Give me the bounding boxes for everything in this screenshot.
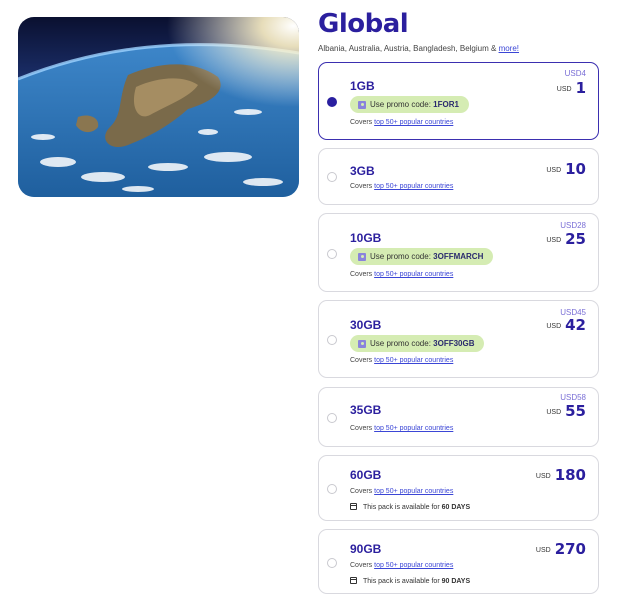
availability-days: 90 DAYS — [441, 578, 471, 585]
coverage-link[interactable]: top 50+ popular countries — [374, 357, 453, 364]
price-currency: USD — [546, 409, 562, 416]
price-currency: USD — [546, 323, 562, 330]
original-price: USD58 — [560, 393, 586, 402]
price-amount: 10 — [565, 160, 586, 178]
availability-days: 60 DAYS — [441, 504, 471, 511]
promo-prefix: Use promo code: — [370, 339, 434, 348]
earth-from-space-image — [18, 17, 299, 197]
plan-data-amount: 60GB — [350, 468, 382, 482]
radio-icon[interactable] — [327, 484, 337, 494]
calendar-icon — [350, 503, 357, 510]
coverage-text: Covers top 50+ popular countries — [350, 119, 453, 126]
radio-icon[interactable] — [327, 249, 337, 259]
plan-data-amount: 10GB — [350, 231, 382, 245]
radio-icon[interactable] — [327, 413, 337, 423]
original-price: USD28 — [560, 221, 586, 230]
plan-card-3gb[interactable]: 3GB USD 10 Covers top 50+ popular countri… — [318, 148, 599, 205]
radio-icon[interactable] — [327, 335, 337, 345]
radio-icon[interactable] — [327, 172, 337, 182]
plan-price: USD 55 — [546, 402, 586, 421]
availability-text: This pack is available for 60 DAYS — [350, 503, 470, 511]
plan-data-amount: 30GB — [350, 318, 382, 332]
price-currency: USD — [546, 167, 562, 174]
promo-prefix: Use promo code: — [370, 100, 434, 109]
price-currency: USD — [535, 547, 551, 554]
coverage-link[interactable]: top 50+ popular countries — [374, 119, 453, 126]
tag-icon — [358, 252, 366, 261]
availability-prefix: This pack is available for — [363, 578, 442, 585]
plan-header: Global Albania, Australia, Austria, Bang… — [318, 8, 600, 55]
coverage-link[interactable]: top 50+ popular countries — [374, 488, 453, 495]
covers-prefix: Covers — [350, 119, 375, 126]
promo-code-badge: Use promo code: 3OFFMARCH — [350, 248, 494, 265]
coverage-text: Covers top 50+ popular countries — [350, 562, 453, 569]
covers-prefix: Covers — [350, 357, 375, 364]
price-amount: 42 — [565, 316, 586, 334]
plan-card-90gb[interactable]: 90GB USD 270 Covers top 50+ popular count… — [318, 529, 599, 594]
coverage-link[interactable]: top 50+ popular countries — [374, 183, 453, 190]
promo-code: 3OFF30GB — [433, 339, 475, 348]
covers-prefix: Covers — [350, 562, 375, 569]
promo-code: 1FOR1 — [433, 100, 459, 109]
plan-card-10gb[interactable]: 10GB USD28 USD 25 Use promo code: 3OFFMAR… — [318, 213, 599, 292]
promo-prefix: Use promo code: — [370, 252, 434, 261]
radio-icon[interactable] — [327, 97, 337, 107]
tag-icon — [358, 100, 366, 109]
price-amount: 1 — [575, 79, 586, 97]
covers-prefix: Covers — [350, 271, 375, 278]
page-title: Global — [318, 9, 409, 39]
coverage-text: Covers top 50+ popular countries — [350, 425, 453, 432]
plan-data-amount: 35GB — [350, 403, 382, 417]
availability-prefix: This pack is available for — [363, 504, 442, 511]
plan-data-amount: 90GB — [350, 542, 382, 556]
more-countries-link[interactable]: more! — [499, 44, 519, 53]
availability-text: This pack is available for 90 DAYS — [350, 577, 470, 585]
plan-card-60gb[interactable]: 60GB USD 180 Covers top 50+ popular count… — [318, 455, 599, 521]
plan-price: USD 25 — [546, 230, 586, 249]
plan-data-amount: 3GB — [350, 164, 375, 178]
plan-card-30gb[interactable]: 30GB USD45 USD 42 Use promo code: 3OFF30G… — [318, 300, 599, 378]
hero-image — [18, 17, 299, 197]
price-amount: 270 — [554, 540, 586, 558]
promo-code: 3OFFMARCH — [433, 252, 484, 261]
plan-card-1gb[interactable]: 1GB USD4 USD 1 Use promo code: 1FOR1 Cove… — [318, 62, 599, 140]
covers-prefix: Covers — [350, 488, 375, 495]
coverage-text: Covers top 50+ popular countries — [350, 183, 453, 190]
plan-price: USD 1 — [557, 79, 586, 98]
plan-data-amount: 1GB — [350, 79, 375, 93]
radio-icon[interactable] — [327, 558, 337, 568]
coverage-text: Covers top 50+ popular countries — [350, 488, 453, 495]
plan-card-35gb[interactable]: 35GB USD58 USD 55 Covers top 50+ popular … — [318, 387, 599, 447]
original-price: USD4 — [564, 69, 586, 78]
price-amount: 25 — [565, 230, 586, 248]
price-currency: USD — [556, 86, 572, 93]
plan-price: USD 270 — [536, 540, 586, 559]
plan-price: USD 42 — [546, 316, 586, 335]
coverage-text: Covers top 50+ popular countries — [350, 271, 453, 278]
price-currency: USD — [535, 473, 551, 480]
price-currency: USD — [546, 237, 562, 244]
tag-icon — [358, 339, 366, 348]
coverage-link[interactable]: top 50+ popular countries — [374, 271, 453, 278]
promo-code-badge: Use promo code: 1FOR1 — [350, 96, 469, 113]
plan-price: USD 10 — [546, 160, 586, 179]
promo-code-badge: Use promo code: 3OFF30GB — [350, 335, 485, 352]
coverage-link[interactable]: top 50+ popular countries — [374, 562, 453, 569]
countries-text: Albania, Australia, Austria, Bangladesh,… — [318, 44, 499, 53]
calendar-icon — [350, 577, 357, 584]
price-amount: 55 — [565, 402, 586, 420]
covers-prefix: Covers — [350, 183, 375, 190]
plan-price: USD 180 — [536, 466, 586, 485]
covers-prefix: Covers — [350, 425, 375, 432]
countries-list: Albania, Australia, Austria, Bangladesh,… — [318, 43, 600, 55]
coverage-text: Covers top 50+ popular countries — [350, 357, 453, 364]
price-amount: 180 — [554, 466, 586, 484]
coverage-link[interactable]: top 50+ popular countries — [374, 425, 453, 432]
